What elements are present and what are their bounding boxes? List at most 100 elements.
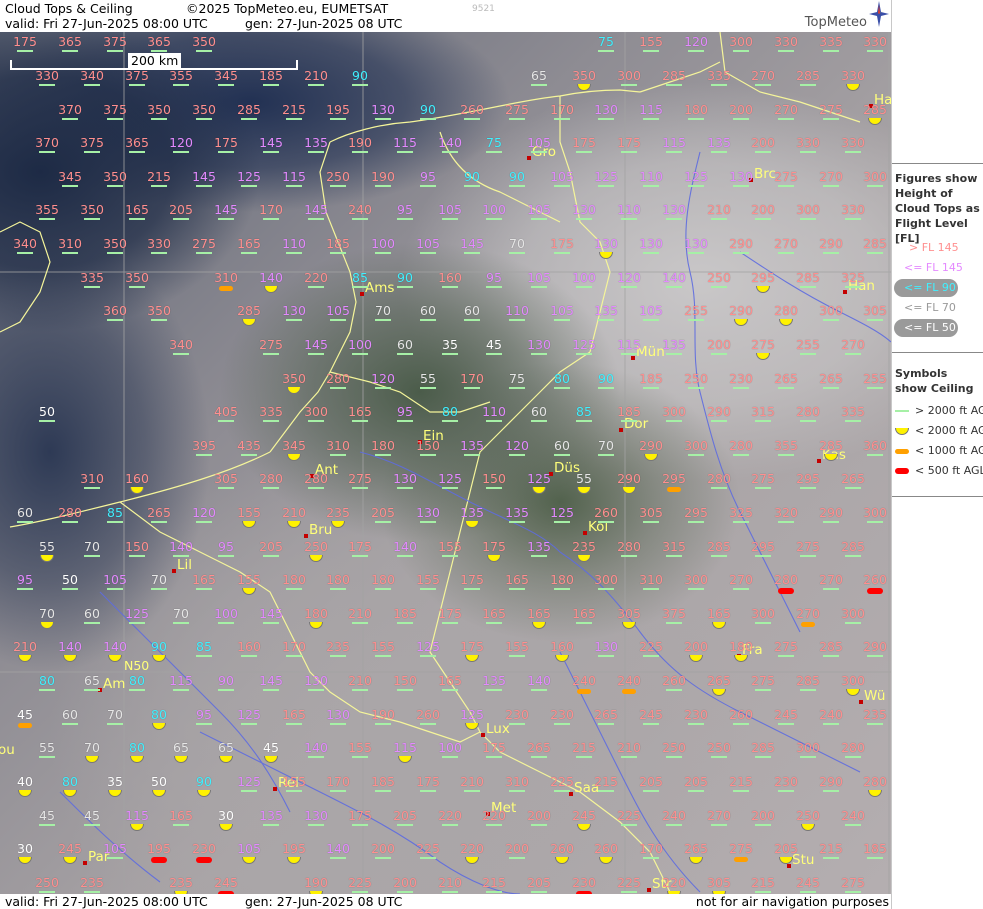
cloud-top-station: 130 [589, 103, 623, 125]
ceiling-above-2000-icon [531, 891, 547, 893]
cloud-top-value: 210 [13, 639, 37, 654]
cloud-top-value: 300 [304, 404, 328, 419]
ceiling-above-2000-icon [84, 286, 100, 288]
ceiling-above-2000-icon [308, 420, 324, 422]
ceiling-above-2000-icon [39, 84, 55, 86]
cloud-top-value: 215 [819, 841, 843, 856]
cloud-top-station: 250 [321, 170, 355, 192]
cloud-top-station: 80 [120, 741, 154, 763]
cloud-top-value: 230 [572, 875, 596, 890]
cloud-top-station: 165 [433, 674, 467, 696]
ceiling-above-2000-icon [308, 487, 324, 489]
ceiling-above-2000-icon [151, 521, 167, 523]
ceiling-below-2000-icon [712, 622, 726, 629]
cloud-top-value: 145 [304, 337, 328, 352]
cloud-top-value: 75 [486, 135, 502, 150]
cloud-top-station: 200 [746, 809, 780, 831]
cloud-top-station: 230 [545, 708, 579, 730]
cloud-top-value: 250 [707, 270, 731, 285]
cloud-top-value: 345 [214, 68, 238, 83]
cloud-top-station: 60 [388, 338, 422, 360]
cloud-top-value: 175 [348, 808, 372, 823]
cloud-top-station: 290 [858, 640, 891, 662]
ceiling-above-2000-icon [330, 185, 346, 187]
cloud-top-station: 260 [589, 506, 623, 528]
cloud-top-value: 210 [282, 505, 306, 520]
cloud-top-value: 80 [151, 707, 167, 722]
cloud-top-station: 155 [411, 573, 445, 595]
ceiling-below-2000-icon [108, 790, 122, 797]
satellite-map[interactable]: 200 km N50 GroBrcHaAmsHanMünDorEinKasAnt… [0, 32, 891, 894]
cloud-top-value: 190 [371, 707, 395, 722]
cloud-top-value: 110 [639, 169, 663, 184]
yellow-half-disc-icon [895, 427, 909, 435]
cloud-top-station: 285 [791, 69, 825, 91]
ceiling-above-2000-icon [107, 857, 123, 859]
ceiling-above-2000-icon [486, 420, 502, 422]
ceiling-above-2000-icon [755, 891, 771, 893]
cloud-top-station: 210 [277, 506, 311, 528]
ceiling-above-2000-icon [286, 118, 302, 120]
cloud-top-station: 95 [209, 540, 243, 562]
ceiling-above-2000-icon [486, 824, 502, 826]
cloud-top-value: 55 [39, 539, 55, 554]
cloud-top-value: 225 [550, 774, 574, 789]
cloud-top-station: 80 [545, 372, 579, 394]
cloud-top-station: 100 [366, 237, 400, 259]
cloud-top-station: 50 [53, 573, 87, 595]
cloud-top-station: 140 [254, 271, 288, 293]
cloud-top-station: 325 [836, 271, 870, 293]
ceiling-above-2000-icon [733, 50, 749, 52]
cloud-top-station: 265 [702, 674, 736, 696]
cloud-top-station: 165 [702, 607, 736, 629]
ceiling-above-2000-icon [464, 118, 480, 120]
ceiling-above-2000-icon [598, 50, 614, 52]
city-label: ou [0, 742, 15, 758]
ceiling-above-2000-icon [375, 387, 391, 389]
ceiling-above-2000-icon [39, 420, 55, 422]
ceiling-above-2000-icon [509, 857, 525, 859]
cloud-top-value: 305 [214, 471, 238, 486]
cloud-top-value: 80 [554, 371, 570, 386]
cloud-top-station: 135 [702, 136, 736, 158]
cloud-top-value: 170 [639, 841, 663, 856]
cloud-top-station: 105 [411, 237, 445, 259]
cloud-top-station: 355 [30, 203, 64, 225]
cloud-top-value: 295 [751, 539, 775, 554]
cloud-top-station: 125 [232, 775, 266, 797]
ceiling-above-2000-icon [330, 118, 346, 120]
cloud-top-value: 100 [348, 337, 372, 352]
ceiling-above-2000-icon [352, 84, 368, 86]
ceiling-above-2000-icon [286, 319, 302, 321]
ceiling-above-2000-icon [84, 689, 100, 691]
ceiling-above-2000-icon [464, 454, 480, 456]
topmeteo-logo-text[interactable]: TopMeteo [805, 15, 867, 30]
cloud-top-station: 300 [724, 35, 758, 57]
ceiling-below-1000-icon [219, 286, 233, 291]
cloud-top-station: 90 [142, 640, 176, 662]
cloud-top-value: 320 [774, 505, 798, 520]
cloud-top-value: 300 [662, 404, 686, 419]
ceiling-above-2000-icon [397, 891, 413, 893]
cloud-top-station: 155 [232, 506, 266, 528]
cloud-top-station: 205 [634, 775, 668, 797]
cloud-top-value: 115 [282, 169, 306, 184]
ceiling-above-2000-icon [643, 387, 659, 389]
cloud-top-station: 230 [679, 708, 713, 730]
cloud-top-station: 230 [769, 775, 803, 797]
cloud-top-value: 350 [572, 68, 596, 83]
cloud-top-value: 135 [527, 539, 551, 554]
cloud-top-value: 375 [125, 68, 149, 83]
cloud-top-value: 395 [192, 438, 216, 453]
cloud-top-station: 150 [411, 439, 445, 461]
cloud-top-station: 55 [30, 540, 64, 562]
cloud-top-value: 85 [107, 505, 123, 520]
cloud-top-station: 130 [321, 708, 355, 730]
cloud-top-station: 335 [254, 405, 288, 427]
cloud-top-value: 265 [774, 371, 798, 386]
cloud-top-value: 125 [237, 774, 261, 789]
cloud-top-station: 140 [164, 540, 198, 562]
cloud-top-station: 295 [791, 472, 825, 494]
cloud-top-station: 135 [657, 338, 691, 360]
cloud-top-station: 270 [702, 809, 736, 831]
